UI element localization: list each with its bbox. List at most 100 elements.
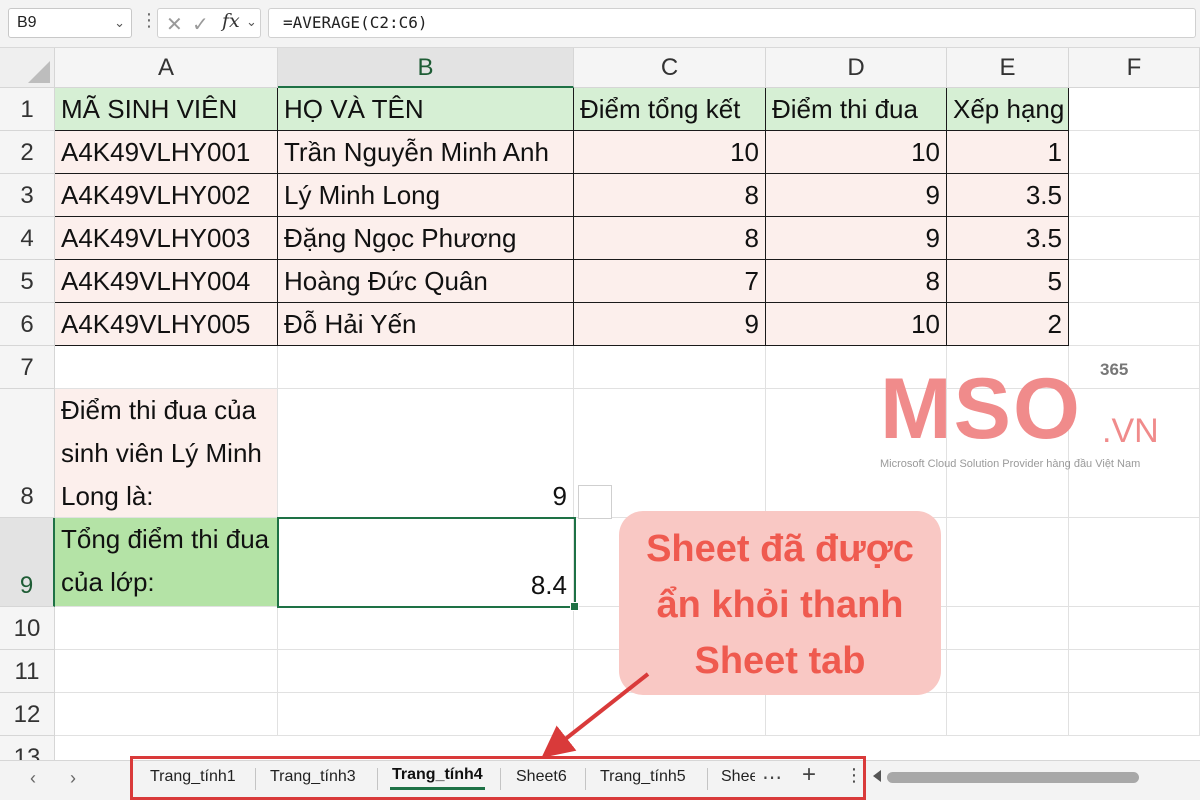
vertical-dots-icon[interactable]: ⋮ (140, 10, 158, 31)
cell-d3[interactable]: 9 (766, 174, 947, 217)
column-header-b[interactable]: B (278, 48, 574, 88)
cell-e1[interactable]: Xếp hạng (947, 88, 1069, 131)
cell-e4[interactable]: 3.5 (947, 217, 1069, 260)
cell-b6[interactable]: Đỗ Hải Yến (278, 303, 574, 346)
cell-b7[interactable] (278, 346, 574, 389)
cell-b5[interactable]: Hoàng Đức Quân (278, 260, 574, 303)
cell-b4[interactable]: Đặng Ngọc Phương (278, 217, 574, 260)
cancel-icon[interactable]: ✕ (166, 12, 183, 37)
cell-c1[interactable]: Điểm tổng kết (574, 88, 766, 131)
cell-e6[interactable]: 2 (947, 303, 1069, 346)
cell-d2[interactable]: 10 (766, 131, 947, 174)
select-all-button[interactable] (0, 48, 55, 88)
cell-f2[interactable] (1069, 131, 1200, 174)
cell-a9[interactable]: Tổng điểm thi đua của lớp: (55, 518, 278, 607)
cell-c5[interactable]: 7 (574, 260, 766, 303)
scroll-left-icon[interactable] (873, 770, 881, 782)
row-header-4[interactable]: 4 (0, 217, 55, 260)
cell-d4[interactable]: 9 (766, 217, 947, 260)
insert-function-icon[interactable]: fx (222, 10, 240, 32)
row-header-2[interactable]: 2 (0, 131, 55, 174)
row-header-8[interactable]: 8 (0, 389, 55, 518)
cell-a7[interactable] (55, 346, 278, 389)
cell-b10[interactable] (278, 607, 574, 650)
chevron-down-icon[interactable]: ⌄ (114, 9, 125, 37)
cell-f6[interactable] (1069, 303, 1200, 346)
row-header-10[interactable]: 10 (0, 607, 55, 650)
column-header-c[interactable]: C (574, 48, 766, 88)
chevron-down-icon[interactable]: ⌄ (246, 14, 257, 30)
row-header-9[interactable]: 9 (0, 518, 55, 607)
cell-b11[interactable] (278, 650, 574, 693)
cell-f12[interactable] (1069, 693, 1200, 736)
row-header-5[interactable]: 5 (0, 260, 55, 303)
cell-b1[interactable]: HỌ VÀ TÊN (278, 88, 574, 131)
plus-icon[interactable]: + (802, 761, 816, 789)
cell-e10[interactable] (947, 607, 1069, 650)
cell-f10[interactable] (1069, 607, 1200, 650)
scrollbar-thumb[interactable] (887, 772, 1139, 783)
column-header-f[interactable]: F (1069, 48, 1200, 88)
cell-d6[interactable]: 10 (766, 303, 947, 346)
sheet-tab-trang-tinh4[interactable]: Trang_tính4 (390, 766, 485, 790)
cell-f9[interactable] (1069, 518, 1200, 607)
row-header-12[interactable]: 12 (0, 693, 55, 736)
formula-input[interactable]: =AVERAGE(C2:C6) (268, 8, 1196, 38)
row-header-7[interactable]: 7 (0, 346, 55, 389)
horizontal-scrollbar[interactable] (873, 768, 1195, 788)
cell-b2[interactable]: Trần Nguyễn Minh Anh (278, 131, 574, 174)
sheet-tab-trang-tinh3[interactable]: Trang_tính3 (270, 768, 356, 786)
chevron-right-icon[interactable]: › (70, 768, 76, 789)
row-header-3[interactable]: 3 (0, 174, 55, 217)
cell-a12[interactable] (55, 693, 278, 736)
sheet-tab-sheet6[interactable]: Sheet6 (516, 768, 567, 786)
cell-d12[interactable] (766, 693, 947, 736)
cell-f11[interactable] (1069, 650, 1200, 693)
chevron-left-icon[interactable]: ‹ (30, 768, 36, 789)
cell-c2[interactable]: 10 (574, 131, 766, 174)
column-header-e[interactable]: E (947, 48, 1069, 88)
name-box[interactable]: B9 ⌄ (8, 8, 132, 38)
cell-f4[interactable] (1069, 217, 1200, 260)
cell-a5[interactable]: A4K49VLHY004 (55, 260, 278, 303)
cell-b8[interactable]: 9 (278, 389, 574, 518)
cell-f1[interactable] (1069, 88, 1200, 131)
ellipsis-icon[interactable]: ⋯ (762, 765, 782, 790)
column-header-d[interactable]: D (766, 48, 947, 88)
cell-a3[interactable]: A4K49VLHY002 (55, 174, 278, 217)
column-header-a[interactable]: A (55, 48, 278, 88)
cell-a10[interactable] (55, 607, 278, 650)
sheet-tab-trang-tinh1[interactable]: Trang_tính1 (150, 768, 236, 786)
cell-a8[interactable]: Điểm thi đua của sinh viên Lý Minh Long … (55, 389, 278, 518)
cell-a1[interactable]: MÃ SINH VIÊN (55, 88, 278, 131)
cell-e3[interactable]: 3.5 (947, 174, 1069, 217)
cell-e2[interactable]: 1 (947, 131, 1069, 174)
check-icon[interactable]: ✓ (192, 12, 209, 37)
row-header-1[interactable]: 1 (0, 88, 55, 131)
cell-a2[interactable]: A4K49VLHY001 (55, 131, 278, 174)
cell-a6[interactable]: A4K49VLHY005 (55, 303, 278, 346)
cell-c4[interactable]: 8 (574, 217, 766, 260)
cell-b12[interactable] (278, 693, 574, 736)
sheet-tab-truncated[interactable]: Shee (721, 768, 755, 786)
cell-e5[interactable]: 5 (947, 260, 1069, 303)
row-header-11[interactable]: 11 (0, 650, 55, 693)
quick-analysis-button[interactable] (578, 485, 612, 519)
row-header-6[interactable]: 6 (0, 303, 55, 346)
cell-c7[interactable] (574, 346, 766, 389)
cell-f5[interactable] (1069, 260, 1200, 303)
cell-f3[interactable] (1069, 174, 1200, 217)
cell-d5[interactable]: 8 (766, 260, 947, 303)
cell-c3[interactable]: 8 (574, 174, 766, 217)
sheet-tab-trang-tinh5[interactable]: Trang_tính5 (600, 768, 686, 786)
cell-c6[interactable]: 9 (574, 303, 766, 346)
cell-e11[interactable] (947, 650, 1069, 693)
cell-a4[interactable]: A4K49VLHY003 (55, 217, 278, 260)
cell-a11[interactable] (55, 650, 278, 693)
cell-d1[interactable]: Điểm thi đua (766, 88, 947, 131)
cell-b9[interactable]: 8.4 (278, 518, 574, 607)
row-header-13[interactable]: 13 (0, 736, 55, 760)
cell-b3[interactable]: Lý Minh Long (278, 174, 574, 217)
cell-e12[interactable] (947, 693, 1069, 736)
cell-e9[interactable] (947, 518, 1069, 607)
